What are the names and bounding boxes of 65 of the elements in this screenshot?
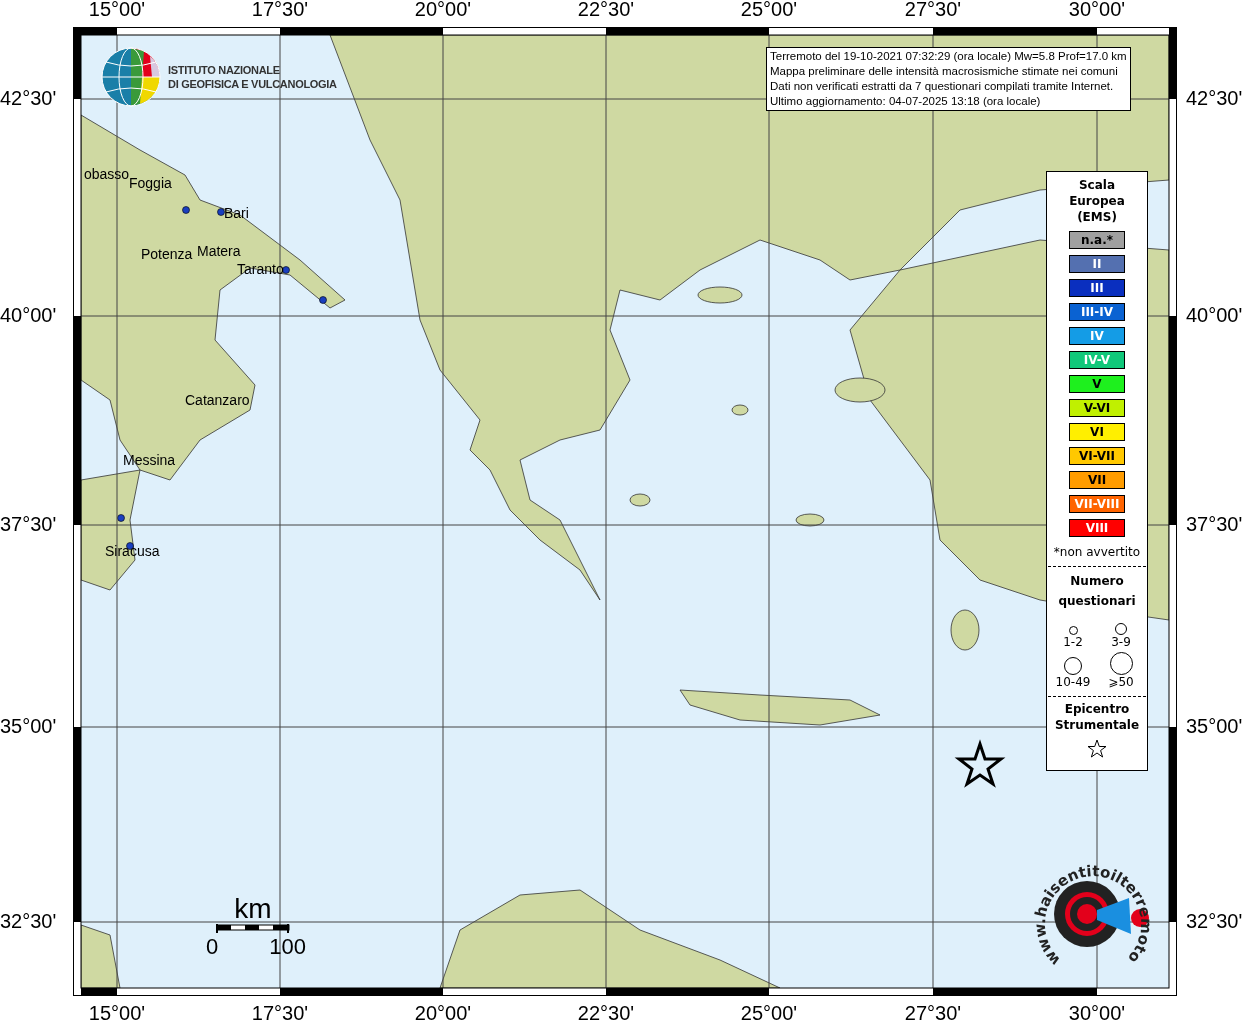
scale-unit: km xyxy=(234,894,272,924)
star-icon xyxy=(1087,739,1107,759)
latitude-label: 40°00' xyxy=(1186,304,1243,327)
intensity-swatch: IV-V xyxy=(1069,351,1125,369)
latitude-label: 42°30' xyxy=(1186,87,1243,110)
longitude-label: 15°00' xyxy=(87,0,147,21)
longitude-label: 27°30' xyxy=(903,1002,963,1024)
longitude-label: 25°00' xyxy=(739,1002,799,1024)
city-label: Foggia xyxy=(129,175,172,191)
city-label: Matera xyxy=(197,243,241,259)
city-label: obasso xyxy=(84,166,130,182)
longitude-label: 22°30' xyxy=(576,1002,636,1024)
latitude-label: 37°30' xyxy=(1186,513,1243,536)
size-label: 3-9 xyxy=(1111,635,1131,649)
city-label: Siracusa xyxy=(105,543,160,559)
size-label: ⩾50 xyxy=(1108,675,1134,689)
latitude-label: 35°00' xyxy=(1186,715,1243,738)
globe-logo-icon xyxy=(100,46,162,108)
latitude-label: 35°00' xyxy=(0,715,57,738)
latitude-label: 40°00' xyxy=(0,304,57,327)
scale-tick-label: 0 xyxy=(206,934,219,960)
intensity-swatch: VII-VIII xyxy=(1069,495,1125,513)
legend-note: *non avvertito xyxy=(1053,545,1141,559)
longitude-label: 22°30' xyxy=(576,0,636,21)
size-label: 10-49 xyxy=(1055,675,1091,689)
intensity-swatch: VI-VII xyxy=(1069,447,1125,465)
city-label: Catanzaro xyxy=(185,392,250,408)
latitude-label: 37°30' xyxy=(0,513,57,536)
info-text: Terremoto del 19-10-2021 07:32:29 (ora locale) Mw=5.8 Prof=17.0 km xyxy=(770,49,1127,64)
longitude-label: 15°00' xyxy=(87,1002,147,1024)
intensity-swatch: n.a.* xyxy=(1069,231,1125,249)
longitude-label: 25°00' xyxy=(739,0,799,21)
scale-tick-label: 100 xyxy=(269,934,306,960)
info-text: Ultimo aggiornamento: 04-07-2025 13:18 (ora locale) xyxy=(770,94,1042,109)
info-text: Mappa preliminare delle intensità macrosismiche stimate nei comuni xyxy=(770,64,1119,79)
longitude-label: 17°30' xyxy=(250,0,310,21)
city-label: Taranto xyxy=(237,261,284,277)
intensity-swatch: VIII xyxy=(1069,519,1125,537)
institute-name: ISTITUTO NAZIONALE DI GEOFISICA E VULCANOLOGIA xyxy=(168,63,337,91)
intensity-swatch: VI xyxy=(1069,423,1125,441)
longitude-label: 17°30' xyxy=(250,1002,310,1024)
longitude-label: 30°00' xyxy=(1067,1002,1127,1024)
city-label: Bari xyxy=(224,205,249,221)
legend-title: Epicentro Strumentale xyxy=(1053,701,1141,733)
latitude-label: 42°30' xyxy=(0,87,57,110)
intensity-swatch: IV xyxy=(1069,327,1125,345)
legend-title: Scala Europea (EMS) xyxy=(1068,177,1126,225)
intensity-swatch: III-IV xyxy=(1069,303,1125,321)
epicenter-star-icon xyxy=(954,739,1006,788)
longitude-label: 30°00' xyxy=(1067,0,1127,21)
intensity-swatch: V-VI xyxy=(1069,399,1125,417)
legend-title: Numero questionari xyxy=(1057,573,1137,610)
intensity-swatch: VII xyxy=(1069,471,1125,489)
size-label: 1-2 xyxy=(1063,635,1083,649)
intensity-swatch: III xyxy=(1069,279,1125,297)
latitude-label: 32°30' xyxy=(0,910,57,933)
city-label: Potenza xyxy=(141,246,193,262)
intensity-swatch: V xyxy=(1069,375,1125,393)
longitude-label: 20°00' xyxy=(413,1002,473,1024)
city-label: Messina xyxy=(123,452,176,468)
latitude-label: 32°30' xyxy=(1186,910,1243,933)
longitude-label: 20°00' xyxy=(413,0,473,21)
longitude-label: 27°30' xyxy=(903,0,963,21)
intensity-swatch: II xyxy=(1069,255,1125,273)
info-text: Dati non verificati estratti da 7 questionari compilati tramite Internet. xyxy=(770,79,1115,94)
